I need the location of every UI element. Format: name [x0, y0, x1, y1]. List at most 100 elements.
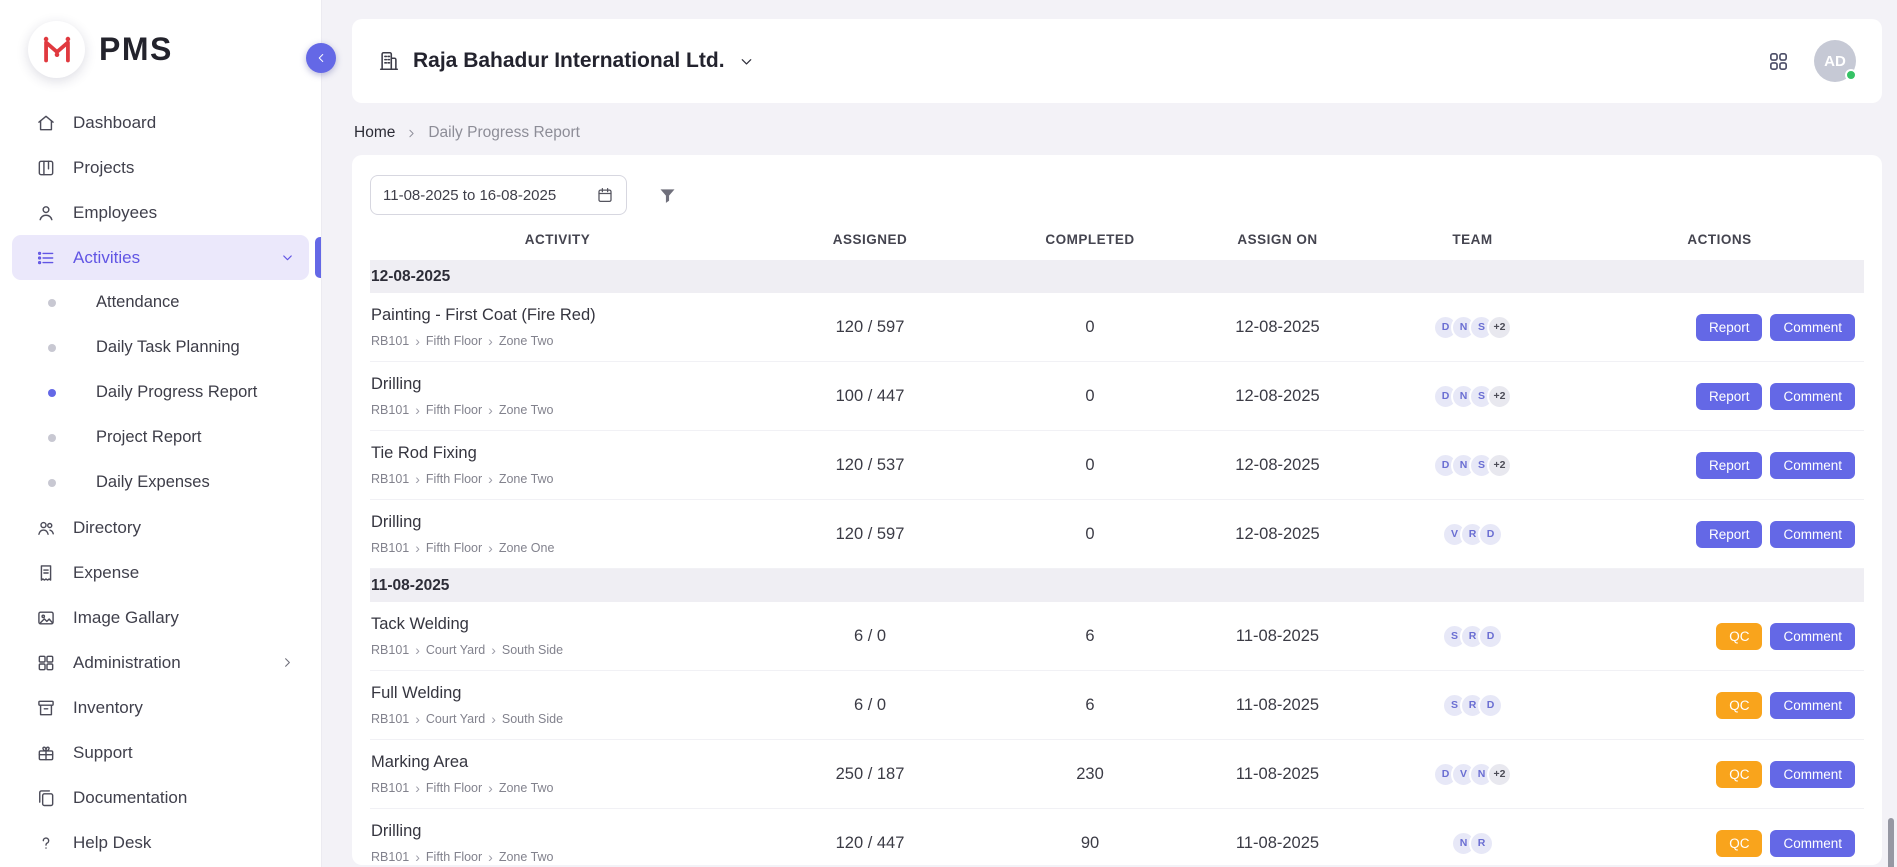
activity-name[interactable]: Tie Rod Fixing [371, 444, 735, 463]
activity-cell: Tack Welding RB101›Court Yard›South Side [370, 605, 745, 667]
actions-cell: Report Comment [1575, 521, 1864, 548]
sidebar-item-support[interactable]: Support [12, 730, 309, 775]
team-cell: SRD [1370, 693, 1575, 718]
team-extra-badge[interactable]: +2 [1487, 315, 1512, 340]
sidebar-subitem-attendance[interactable]: Attendance [0, 280, 321, 325]
chevron-right-icon: › [415, 472, 420, 486]
path-segment[interactable]: Fifth Floor [426, 472, 482, 486]
path-segment[interactable]: Court Yard [426, 712, 485, 726]
sidebar-item-label: Employees [73, 203, 295, 223]
activity-name[interactable]: Full Welding [371, 684, 735, 703]
qc-button[interactable]: QC [1716, 761, 1762, 788]
chevron-down-icon[interactable] [738, 53, 755, 70]
path-segment[interactable]: South Side [502, 643, 563, 657]
path-segment[interactable]: Court Yard [426, 643, 485, 657]
path-segment[interactable]: RB101 [371, 781, 409, 795]
scrollbar-thumb[interactable] [1888, 818, 1894, 867]
comment-button[interactable]: Comment [1770, 521, 1855, 548]
topbar: Raja Bahadur International Ltd. AD [352, 19, 1882, 103]
team-extra-badge[interactable]: +2 [1487, 453, 1512, 478]
report-button[interactable]: Report [1696, 314, 1763, 341]
report-button[interactable]: Report [1696, 521, 1763, 548]
sidebar-collapse-button[interactable] [306, 43, 336, 73]
comment-button[interactable]: Comment [1770, 761, 1855, 788]
sidebar-item-inventory[interactable]: Inventory [12, 685, 309, 730]
sidebar-subitem-project-report[interactable]: Project Report [0, 415, 321, 460]
path-segment[interactable]: Zone Two [499, 403, 554, 417]
path-segment[interactable]: RB101 [371, 712, 409, 726]
date-range-input[interactable]: 11-08-2025 to 16-08-2025 [370, 175, 627, 215]
report-button[interactable]: Report [1696, 452, 1763, 479]
sidebar-subitem-label: Daily Task Planning [96, 338, 240, 357]
activity-name[interactable]: Drilling [371, 822, 735, 841]
path-segment[interactable]: RB101 [371, 403, 409, 417]
user-avatar[interactable]: AD [1814, 40, 1856, 82]
path-segment[interactable]: Zone Two [499, 472, 554, 486]
logo-m-icon [38, 31, 76, 69]
sidebar-item-activities[interactable]: Activities [12, 235, 309, 280]
chevron-right-icon: › [488, 781, 493, 795]
path-segment[interactable]: Fifth Floor [426, 403, 482, 417]
qc-button[interactable]: QC [1716, 830, 1762, 857]
sidebar-subitem-daily-expenses[interactable]: Daily Expenses [0, 460, 321, 505]
path-segment[interactable]: South Side [502, 712, 563, 726]
sidebar-item-image-gallary[interactable]: Image Gallary [12, 595, 309, 640]
path-segment[interactable]: Fifth Floor [426, 334, 482, 348]
sidebar-subitem-daily-progress-report[interactable]: Daily Progress Report [0, 370, 321, 415]
path-segment[interactable]: Zone Two [499, 850, 554, 864]
sidebar-item-dashboard[interactable]: Dashboard [12, 100, 309, 145]
report-button[interactable]: Report [1696, 383, 1763, 410]
path-segment[interactable]: Fifth Floor [426, 781, 482, 795]
chevron-right-icon [280, 655, 295, 670]
qc-button[interactable]: QC [1716, 623, 1762, 650]
team-avatar[interactable]: D [1478, 624, 1503, 649]
team-avatar[interactable]: D [1478, 693, 1503, 718]
path-segment[interactable]: Zone Two [499, 334, 554, 348]
comment-button[interactable]: Comment [1770, 383, 1855, 410]
path-segment[interactable]: RB101 [371, 850, 409, 864]
sidebar-item-projects[interactable]: Projects [12, 145, 309, 190]
comment-button[interactable]: Comment [1770, 314, 1855, 341]
actions-cell: QC Comment [1575, 692, 1864, 719]
activity-name[interactable]: Tack Welding [371, 615, 735, 634]
path-segment[interactable]: Zone Two [499, 781, 554, 795]
assign-on-value: 12-08-2025 [1185, 318, 1370, 337]
assign-on-value: 11-08-2025 [1185, 765, 1370, 784]
team-extra-badge[interactable]: +2 [1487, 762, 1512, 787]
path-segment[interactable]: RB101 [371, 541, 409, 555]
apps-grid-icon[interactable] [1767, 50, 1790, 73]
team-extra-badge[interactable]: +2 [1487, 384, 1512, 409]
company-selector[interactable]: Raja Bahadur International Ltd. [378, 49, 755, 73]
path-segment[interactable]: Zone One [499, 541, 555, 555]
qc-button[interactable]: QC [1716, 692, 1762, 719]
sidebar-item-documentation[interactable]: Documentation [12, 775, 309, 820]
path-segment[interactable]: Fifth Floor [426, 850, 482, 864]
comment-button[interactable]: Comment [1770, 830, 1855, 857]
sidebar-item-directory[interactable]: Directory [12, 505, 309, 550]
sidebar-item-expense[interactable]: Expense [12, 550, 309, 595]
comment-button[interactable]: Comment [1770, 452, 1855, 479]
team-avatar[interactable]: R [1469, 831, 1494, 856]
sidebar-item-help-desk[interactable]: Help Desk [12, 820, 309, 865]
activity-name[interactable]: Drilling [371, 513, 735, 532]
activity-path: RB101›Court Yard›South Side [371, 643, 735, 657]
comment-button[interactable]: Comment [1770, 692, 1855, 719]
team-avatar[interactable]: D [1478, 522, 1503, 547]
activity-name[interactable]: Painting - First Coat (Fire Red) [371, 306, 735, 325]
filter-icon[interactable] [657, 185, 678, 206]
projects-icon [36, 158, 56, 178]
path-segment[interactable]: RB101 [371, 472, 409, 486]
sidebar-subitem-daily-task-planning[interactable]: Daily Task Planning [0, 325, 321, 370]
sidebar-item-employees[interactable]: Employees [12, 190, 309, 235]
sidebar-submenu: Attendance Daily Task Planning Daily Progr… [0, 280, 321, 505]
sidebar-item-administration[interactable]: Administration [12, 640, 309, 685]
path-segment[interactable]: Fifth Floor [426, 541, 482, 555]
activity-name[interactable]: Drilling [371, 375, 735, 394]
inventory-icon [36, 698, 56, 718]
path-segment[interactable]: RB101 [371, 643, 409, 657]
path-segment[interactable]: RB101 [371, 334, 409, 348]
comment-button[interactable]: Comment [1770, 623, 1855, 650]
activity-name[interactable]: Marking Area [371, 753, 735, 772]
home-icon [36, 113, 56, 133]
breadcrumb-home[interactable]: Home [354, 124, 395, 142]
